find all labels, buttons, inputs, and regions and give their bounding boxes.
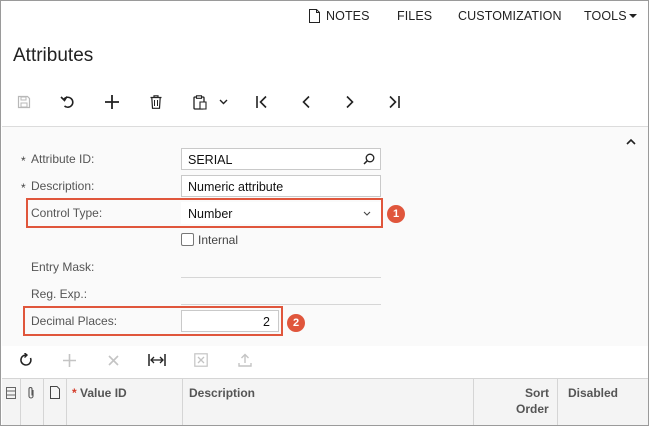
row-selector-icon[interactable] bbox=[6, 387, 16, 399]
disabled-column-header[interactable]: Disabled bbox=[568, 386, 618, 400]
copy-paste-button[interactable] bbox=[189, 91, 211, 113]
delete-button[interactable] bbox=[145, 91, 167, 113]
close-icon bbox=[107, 354, 119, 366]
last-icon bbox=[389, 95, 400, 109]
callout-badge-1: 1 bbox=[387, 205, 405, 223]
undo-button[interactable] bbox=[57, 91, 79, 113]
grid-column-divider bbox=[43, 378, 44, 425]
plus-icon bbox=[62, 353, 76, 367]
save-icon bbox=[17, 95, 31, 109]
required-marker: * bbox=[21, 181, 26, 195]
grid-column-divider bbox=[20, 378, 21, 425]
entry-mask-label: Entry Mask: bbox=[31, 260, 95, 274]
next-record-button[interactable] bbox=[339, 91, 361, 113]
refresh-button[interactable] bbox=[15, 349, 37, 371]
description-value: Numeric attribute bbox=[188, 180, 284, 194]
chevron-down-icon bbox=[363, 211, 371, 216]
grid-column-divider bbox=[557, 378, 558, 425]
required-marker: * bbox=[21, 154, 26, 168]
grid-column-divider bbox=[473, 378, 474, 425]
attribute-id-field[interactable]: SERIAL bbox=[181, 148, 381, 170]
first-icon bbox=[256, 95, 267, 109]
page-title: Attributes bbox=[13, 45, 94, 66]
description-field[interactable]: Numeric attribute bbox=[181, 175, 381, 197]
entry-mask-field[interactable] bbox=[181, 277, 381, 278]
files-menu[interactable]: FILES bbox=[397, 9, 432, 23]
reg-exp-field[interactable] bbox=[181, 304, 381, 305]
grid-column-divider bbox=[182, 378, 183, 425]
undo-icon bbox=[60, 96, 74, 109]
value-id-column-header[interactable]: Value ID bbox=[80, 386, 127, 400]
internal-checkbox[interactable] bbox=[181, 233, 194, 246]
customization-menu[interactable]: CUSTOMIZATION bbox=[458, 9, 562, 23]
description-label: Description: bbox=[31, 179, 95, 193]
fit-columns-button[interactable] bbox=[146, 349, 168, 371]
reg-exp-label: Reg. Exp.: bbox=[31, 287, 88, 301]
clipboard-icon bbox=[193, 94, 207, 110]
attachment-icon[interactable] bbox=[26, 386, 36, 400]
trash-icon bbox=[150, 95, 162, 109]
upload-button[interactable] bbox=[234, 349, 256, 371]
internal-label: Internal bbox=[198, 233, 239, 247]
search-icon[interactable] bbox=[363, 153, 375, 165]
chevron-down-icon[interactable] bbox=[629, 14, 637, 18]
sort-order-column-header-line2[interactable]: Order bbox=[516, 402, 549, 416]
chevron-down-icon bbox=[219, 99, 227, 105]
decimal-places-label: Decimal Places: bbox=[31, 314, 118, 328]
grid-delete-row-button[interactable] bbox=[102, 349, 124, 371]
last-record-button[interactable] bbox=[383, 91, 405, 113]
control-type-value: Number bbox=[188, 207, 233, 221]
chevron-right-icon bbox=[346, 95, 354, 109]
tools-menu[interactable]: TOOLS bbox=[584, 9, 627, 23]
app-window: NOTES FILES CUSTOMIZATION TOOLS Attribut… bbox=[0, 0, 649, 426]
callout-badge-2: 2 bbox=[287, 314, 305, 332]
first-record-button[interactable] bbox=[251, 91, 273, 113]
copy-paste-dropdown[interactable] bbox=[215, 91, 231, 113]
chevron-up-icon[interactable] bbox=[625, 137, 637, 147]
excel-icon bbox=[194, 353, 208, 367]
sort-order-column-header[interactable]: Sort bbox=[525, 386, 549, 400]
fit-width-icon bbox=[148, 354, 166, 366]
save-button[interactable] bbox=[13, 91, 35, 113]
control-type-select[interactable]: Number bbox=[181, 202, 381, 224]
control-type-label: Control Type: bbox=[31, 206, 103, 220]
required-marker: * bbox=[72, 386, 77, 400]
attribute-id-label: Attribute ID: bbox=[31, 152, 95, 166]
upload-icon bbox=[238, 353, 252, 367]
previous-record-button[interactable] bbox=[295, 91, 317, 113]
add-button[interactable] bbox=[101, 91, 123, 113]
refresh-icon bbox=[20, 353, 32, 366]
grid-add-row-button[interactable] bbox=[58, 349, 80, 371]
decimal-places-value: 2 bbox=[263, 315, 270, 329]
attribute-id-value: SERIAL bbox=[188, 153, 233, 167]
grid-column-divider bbox=[66, 378, 67, 425]
chevron-left-icon bbox=[302, 95, 310, 109]
plus-icon bbox=[105, 95, 119, 109]
export-excel-button[interactable] bbox=[190, 349, 212, 371]
notes-menu[interactable]: NOTES bbox=[326, 9, 370, 23]
description-column-header[interactable]: Description bbox=[189, 386, 255, 400]
top-menu-bar: NOTES FILES CUSTOMIZATION TOOLS bbox=[1, 1, 648, 31]
note-icon bbox=[309, 9, 320, 23]
note-icon[interactable] bbox=[50, 386, 60, 399]
decimal-places-input[interactable]: 2 bbox=[181, 310, 279, 332]
